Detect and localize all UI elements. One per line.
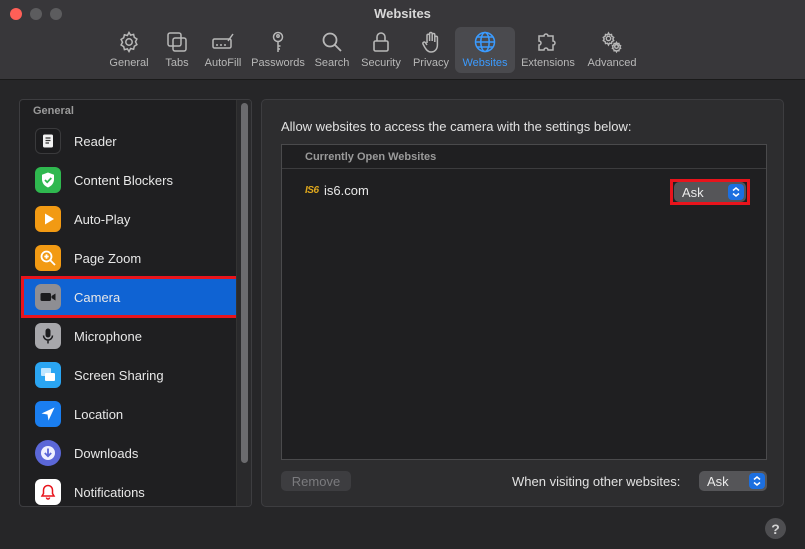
- tab-autofill[interactable]: AutoFill: [199, 27, 247, 73]
- sidebar-header: General: [33, 105, 74, 117]
- sidebar-item-microphone[interactable]: Microphone: [24, 318, 237, 354]
- camera-icon: [35, 284, 61, 310]
- sidebar-item-label: Downloads: [74, 445, 139, 461]
- sidebar-item-label: Notifications: [74, 484, 145, 500]
- other-websites-value: Ask: [707, 473, 729, 489]
- sidebar-scroll-thumb[interactable]: [241, 103, 248, 463]
- tab-passwords[interactable]: Passwords: [247, 27, 309, 73]
- sidebar-item-downloads[interactable]: Downloads: [24, 435, 237, 471]
- sidebar-item-reader[interactable]: Reader: [24, 123, 237, 159]
- sidebar-item-label: Page Zoom: [74, 250, 142, 266]
- gear-icon: [120, 30, 138, 54]
- list-header: Currently Open Websites: [282, 145, 766, 169]
- sidebar-item-label: Auto-Play: [74, 211, 131, 227]
- title-bar: Websites General Tabs AutoFill Passwords…: [0, 0, 805, 80]
- tab-advanced-label: Advanced: [587, 57, 637, 69]
- sidebar-item-notifications[interactable]: Notifications: [24, 474, 237, 506]
- sidebar-item-camera[interactable]: Camera: [21, 276, 240, 318]
- hand-icon: [422, 31, 439, 53]
- tab-tabs-label: Tabs: [165, 57, 189, 69]
- site-name: is6.com: [324, 183, 369, 198]
- window-title: Websites: [374, 6, 431, 21]
- puzzle-icon: [538, 33, 556, 51]
- play-icon: [35, 206, 61, 232]
- list-item: IS6 is6.com Ask: [282, 177, 766, 205]
- site-setting-highlight: Ask: [670, 179, 750, 205]
- sidebar-item-screen-sharing[interactable]: Screen Sharing: [24, 357, 237, 393]
- remove-button[interactable]: Remove: [281, 471, 351, 491]
- site-favicon-icon: IS6: [305, 185, 319, 196]
- tab-search-label: Search: [314, 57, 350, 69]
- tab-general[interactable]: General: [103, 27, 155, 73]
- tabs-icon: [167, 32, 187, 52]
- tab-security[interactable]: Security: [355, 27, 407, 73]
- reader-icon: [35, 128, 61, 154]
- websites-list: Currently Open Websites IS6 is6.com Ask: [281, 144, 767, 460]
- shield-check-icon: [35, 167, 61, 193]
- search-icon: [322, 32, 342, 52]
- sidebar-item-auto-play[interactable]: Auto-Play: [24, 201, 237, 237]
- key-icon: [272, 31, 284, 52]
- tab-websites[interactable]: Websites: [455, 27, 515, 73]
- sidebar-item-page-zoom[interactable]: Page Zoom: [24, 240, 237, 276]
- sidebar: General Reader Content Blockers Auto-Pla…: [19, 99, 252, 507]
- chevron-updown-icon: [728, 184, 744, 200]
- download-icon: [35, 440, 61, 466]
- tab-general-label: General: [109, 57, 149, 69]
- site-setting-select[interactable]: Ask: [674, 182, 746, 202]
- sidebar-item-location[interactable]: Location: [24, 396, 237, 432]
- gears-icon: [602, 31, 622, 54]
- globe-icon: [474, 31, 496, 53]
- sidebar-scrollbar[interactable]: [236, 100, 251, 506]
- sidebar-item-label: Camera: [74, 289, 121, 305]
- chevron-updown-icon: [749, 473, 765, 489]
- autofill-icon: [212, 33, 234, 49]
- help-button[interactable]: ?: [765, 518, 786, 539]
- tab-websites-label: Websites: [462, 57, 508, 69]
- preferences-toolbar: General Tabs AutoFill Passwords Search S…: [103, 27, 643, 75]
- tab-security-label: Security: [361, 57, 401, 69]
- sidebar-item-label: Screen Sharing: [74, 367, 164, 383]
- sidebar-item-label: Microphone: [74, 328, 142, 344]
- tab-search[interactable]: Search: [309, 27, 355, 73]
- tab-extensions[interactable]: Extensions: [515, 27, 581, 73]
- other-websites-select[interactable]: Ask: [699, 471, 767, 491]
- sidebar-item-content-blockers[interactable]: Content Blockers: [24, 162, 237, 198]
- sidebar-item-label: Location: [74, 406, 124, 422]
- tab-passwords-label: Passwords: [251, 57, 305, 69]
- zoom-icon: [35, 245, 61, 271]
- other-websites-label: When visiting other websites:: [512, 474, 681, 489]
- site-setting-value: Ask: [682, 184, 704, 200]
- sidebar-item-label: Content Blockers: [74, 172, 173, 188]
- microphone-icon: [35, 323, 61, 349]
- lock-icon: [373, 32, 389, 52]
- tab-privacy[interactable]: Privacy: [407, 27, 455, 73]
- tab-advanced[interactable]: Advanced: [581, 27, 643, 73]
- tab-autofill-label: AutoFill: [204, 57, 242, 69]
- permission-description: Allow websites to access the camera with…: [281, 119, 632, 134]
- bell-icon: [35, 479, 61, 505]
- tab-extensions-label: Extensions: [521, 57, 575, 69]
- location-icon: [35, 401, 61, 427]
- tab-tabs[interactable]: Tabs: [155, 27, 199, 73]
- screen-sharing-icon: [35, 362, 61, 388]
- sidebar-item-label: Reader: [74, 133, 117, 149]
- tab-privacy-label: Privacy: [412, 57, 450, 69]
- main-pane: Allow websites to access the camera with…: [261, 99, 784, 507]
